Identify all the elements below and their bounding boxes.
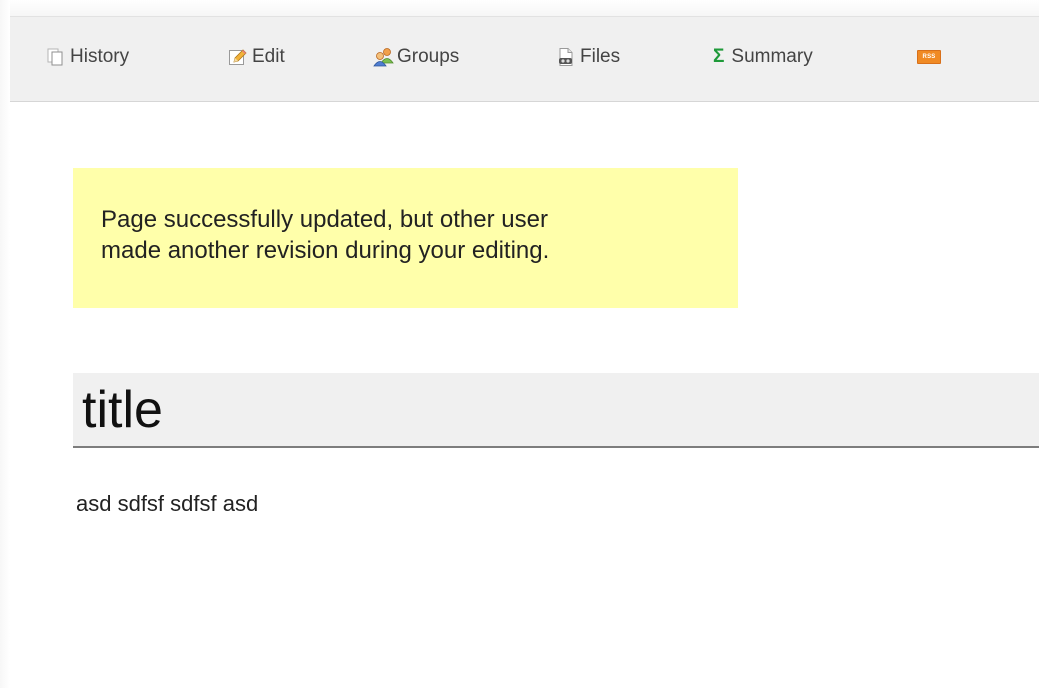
frame-top-shadow: [0, 0, 1039, 16]
history-icon: [46, 47, 66, 67]
frame-left-shadow: [0, 0, 10, 688]
sigma-summary-icon: Σ: [713, 46, 725, 67]
notice-line-2: made another revision during your editin…: [101, 237, 550, 264]
notice-line-1: Page successfully updated, but other use…: [101, 206, 548, 233]
page-toolbar: History Edit Groups Files Σ Summary RSS: [10, 16, 1039, 102]
history-label: History: [70, 46, 130, 67]
update-conflict-notice: Page successfully updated, but other use…: [73, 168, 738, 308]
rss-icon: RSS: [917, 50, 941, 64]
history-button[interactable]: History: [46, 45, 129, 69]
groups-label: Groups: [397, 46, 460, 67]
page-title: title: [82, 381, 163, 439]
edit-button[interactable]: Edit: [228, 45, 285, 69]
page-body-text: asd sdfsf sdfsf asd: [76, 491, 259, 516]
files-label: Files: [580, 46, 621, 67]
rss-feed-button[interactable]: RSS: [917, 45, 941, 69]
page-heading-bar: title: [73, 373, 1039, 448]
page-frame: History Edit Groups Files Σ Summary RSS …: [0, 0, 1039, 688]
edit-label: Edit: [252, 46, 285, 67]
files-icon: [556, 47, 576, 67]
groups-icon: [373, 47, 394, 67]
files-button[interactable]: Files: [556, 45, 620, 69]
summary-button[interactable]: Σ Summary: [713, 45, 813, 69]
groups-button[interactable]: Groups: [373, 45, 459, 69]
summary-label: Summary: [731, 46, 813, 67]
edit-pencil-icon: [228, 47, 248, 67]
